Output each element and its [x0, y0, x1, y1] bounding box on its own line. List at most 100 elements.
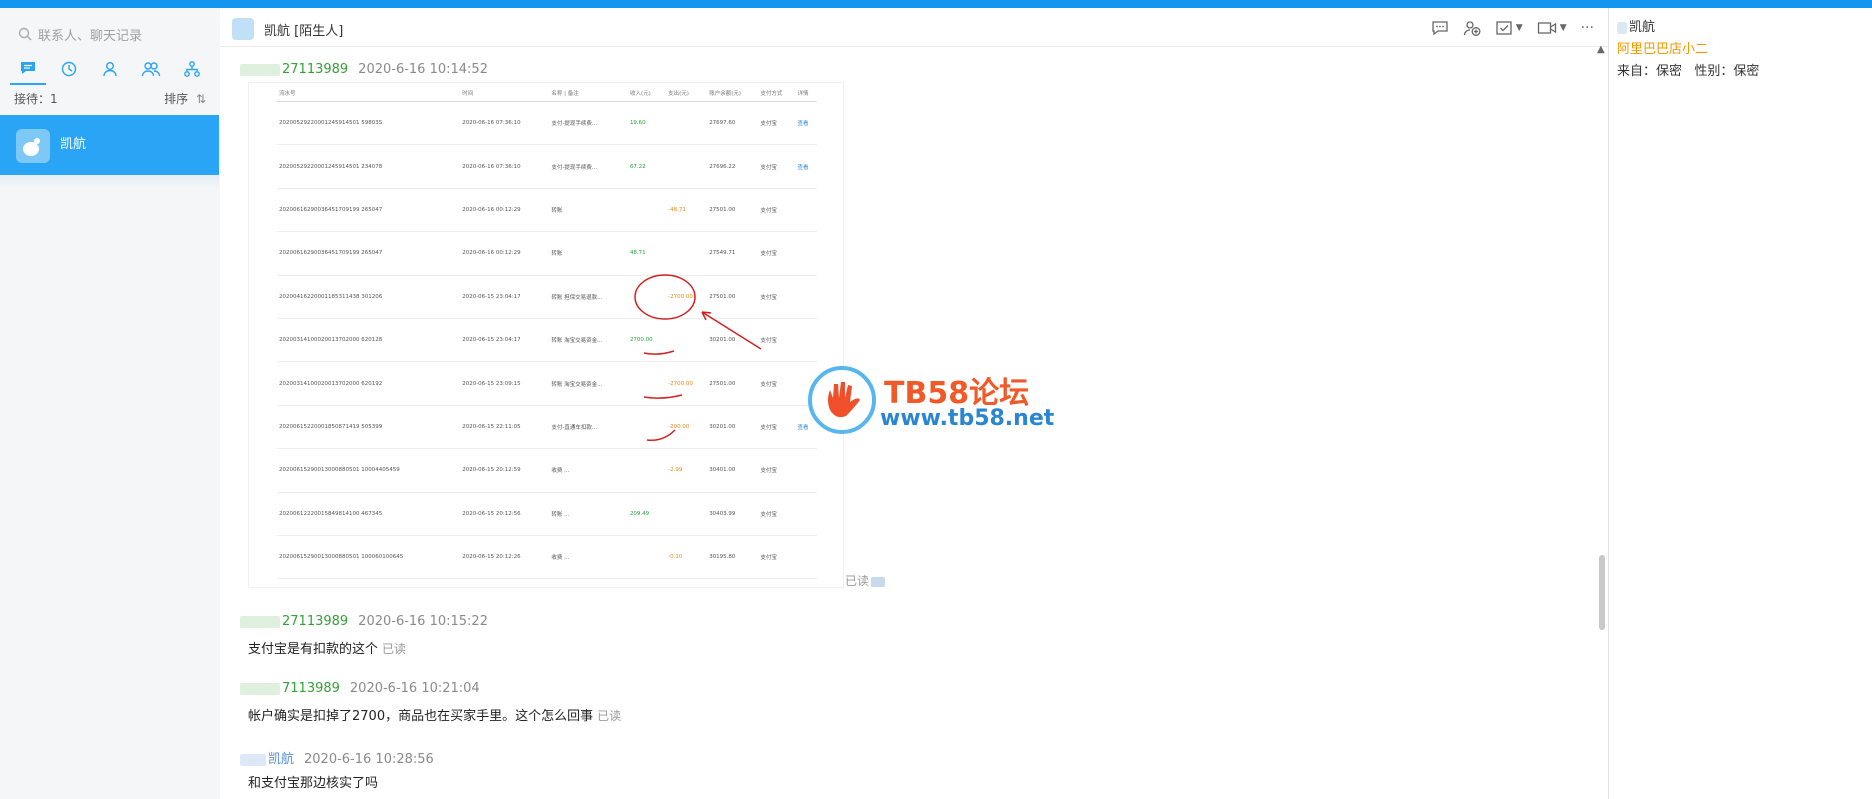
org-tree-icon	[184, 61, 200, 77]
table-cell: 20200416220001185311438 301206	[277, 275, 461, 319]
tab-recent[interactable]	[51, 54, 87, 84]
avatar-placeholder-icon	[23, 138, 40, 156]
message-text[interactable]: 帐户确实是扣掉了2700，商品也在买家手里。这个怎么回事 已读	[248, 705, 621, 724]
table-cell	[666, 492, 708, 536]
table-cell: 2020-06-15 22:11:05	[460, 405, 550, 450]
sort-button[interactable]: 排序 ⇅	[164, 90, 206, 107]
chat-contact-name: 凯航	[264, 24, 291, 39]
tab-contacts[interactable]	[92, 54, 128, 84]
table-cell: 30401.00	[707, 448, 759, 493]
profile-panel: 凯航 阿里巴巴店小二 来自：保密 性别：保密	[1608, 8, 1872, 799]
table-cell	[795, 535, 817, 580]
tab-organization[interactable]	[174, 54, 210, 84]
reception-count: 接待：1	[14, 92, 58, 106]
reception-bar: 接待：1 排序 ⇅	[14, 90, 206, 110]
table-cell: 27501.00	[707, 188, 759, 233]
table-cell: 2700.00	[627, 318, 667, 363]
table-cell	[666, 144, 708, 189]
table-cell: 67.22	[627, 144, 667, 189]
table-row: 20200615220001850871419 505399 2020-06-15…	[277, 405, 817, 450]
chat-scrollbar-thumb[interactable]	[1599, 555, 1605, 630]
quick-reply-icon[interactable]	[1431, 19, 1449, 37]
header-toolbar: ▼ ▼ ···	[1431, 19, 1594, 37]
task-menu[interactable]: ▼	[1495, 19, 1523, 37]
table-cell: 20200314100020013702000 620192	[277, 361, 461, 406]
table-cell: 转账	[549, 231, 628, 276]
dropdown-arrow-icon: ▼	[1515, 23, 1523, 33]
blurred-name	[240, 615, 280, 628]
table-cell: -2700.00	[666, 275, 708, 319]
table-header-row: 流水号 时间 名称 | 备注 收入(元) 支出(元) 账户余额(元) 支付方式 …	[277, 85, 817, 102]
search-box[interactable]: 联系人、聊天记录	[18, 18, 142, 50]
table-cell: 支付宝	[758, 231, 796, 276]
table-cell: 转账 ...	[549, 492, 628, 536]
stranger-tag: [陌生人]	[294, 24, 344, 39]
message-sender[interactable]: 27113989	[282, 62, 348, 77]
tab-groups[interactable]	[133, 54, 169, 84]
table-cell: 30403.99	[707, 492, 759, 536]
profile-shop[interactable]: 阿里巴巴店小二	[1617, 38, 1708, 57]
table-cell: 转账 担保交易退款...	[549, 275, 628, 319]
message-sender[interactable]: 7113989	[282, 681, 340, 696]
message-text[interactable]: 和支付宝那边核实了吗	[248, 772, 378, 791]
top-accent-bar	[0, 0, 1872, 8]
table-cell[interactable]: 查看	[795, 144, 817, 189]
contact-avatar	[16, 129, 50, 163]
message-meta: 凯航 2020-6-16 10:28:56	[240, 748, 434, 767]
table-cell: 转账 淘宝交易资金...	[549, 318, 628, 363]
message-image[interactable]: 流水号 时间 名称 | 备注 收入(元) 支出(元) 账户余额(元) 支付方式 …	[248, 82, 844, 588]
table-cell: 27501.00	[707, 275, 759, 319]
search-input[interactable]: 联系人、聊天记录	[38, 25, 142, 44]
table-cell: 27501.00	[707, 361, 759, 406]
table-cell: 收费 ...	[549, 448, 628, 493]
chat-title: 凯航 [陌生人]	[264, 20, 343, 39]
read-label: 已读	[845, 574, 870, 588]
table-cell: 20200615290013000880501 100060100645	[277, 535, 461, 580]
table-cell: 支付宝	[758, 275, 796, 319]
table-cell: 支付-提现手续费...	[549, 101, 628, 146]
tab-chats[interactable]	[10, 53, 46, 85]
table-cell: 2020-06-15 23:04:17	[460, 318, 550, 363]
sidebar: 联系人、聊天记录 接待：1 排序 ⇅ 凯航	[0, 8, 221, 799]
message-time: 2020-6-16 10:14:52	[358, 62, 488, 77]
video-call-menu[interactable]: ▼	[1537, 20, 1567, 36]
table-cell: 27549.71	[707, 231, 759, 276]
add-contact-icon[interactable]	[1463, 19, 1481, 37]
table-cell: 2020-06-15 20:12:59	[460, 448, 550, 493]
message-meta: 27113989 2020-6-16 10:14:52	[240, 62, 488, 77]
message-sender[interactable]: 27113989	[282, 614, 348, 629]
message-text[interactable]: 支付宝是有扣款的这个 已读	[248, 638, 406, 657]
table-cell	[627, 405, 667, 450]
table-row: 20200612220015849814100 467345 2020-06-15…	[277, 492, 817, 536]
contact-item-active[interactable]: 凯航	[0, 115, 219, 175]
table-header: 详情	[795, 85, 817, 102]
table-cell[interactable]: 查看	[795, 101, 817, 146]
hand-logo-icon	[808, 366, 876, 434]
table-cell: -0.10	[666, 535, 708, 580]
table-cell: 20200615290013000880501 10004405459	[277, 448, 461, 493]
message-sender[interactable]: 凯航	[268, 752, 294, 767]
table-header: 时间	[460, 85, 550, 102]
sort-label: 排序	[164, 92, 189, 106]
chat-header: 凯航 [陌生人] ▼ ▼ ···	[220, 8, 1608, 47]
read-status: 已读	[382, 642, 407, 656]
table-cell: 2020-06-15 23:04:17	[460, 275, 550, 319]
table-cell	[627, 188, 667, 233]
table-cell: 30201.00	[707, 318, 759, 363]
table-cell	[795, 492, 817, 536]
table-header: 流水号	[277, 85, 461, 102]
table-cell	[627, 535, 667, 580]
table-cell: 209.49	[627, 492, 667, 536]
table-cell: 支付宝	[758, 405, 796, 450]
table-cell: 支付宝	[758, 101, 796, 146]
clock-icon	[61, 61, 77, 77]
scroll-up-arrow[interactable]: ▲	[1597, 44, 1605, 55]
table-row: 20200529220001245914501 59803S 2020-06-16…	[277, 101, 817, 146]
message-content: 和支付宝那边核实了吗	[248, 776, 379, 791]
table-cell: 2020-06-15 20:12:56	[460, 492, 550, 536]
table-cell	[666, 318, 708, 363]
more-icon[interactable]: ···	[1581, 20, 1594, 36]
blurred-name	[240, 682, 280, 695]
table-cell: 20200529220001245914501 234078	[277, 144, 461, 189]
table-cell: 20200615220001850871419 505399	[277, 405, 461, 450]
